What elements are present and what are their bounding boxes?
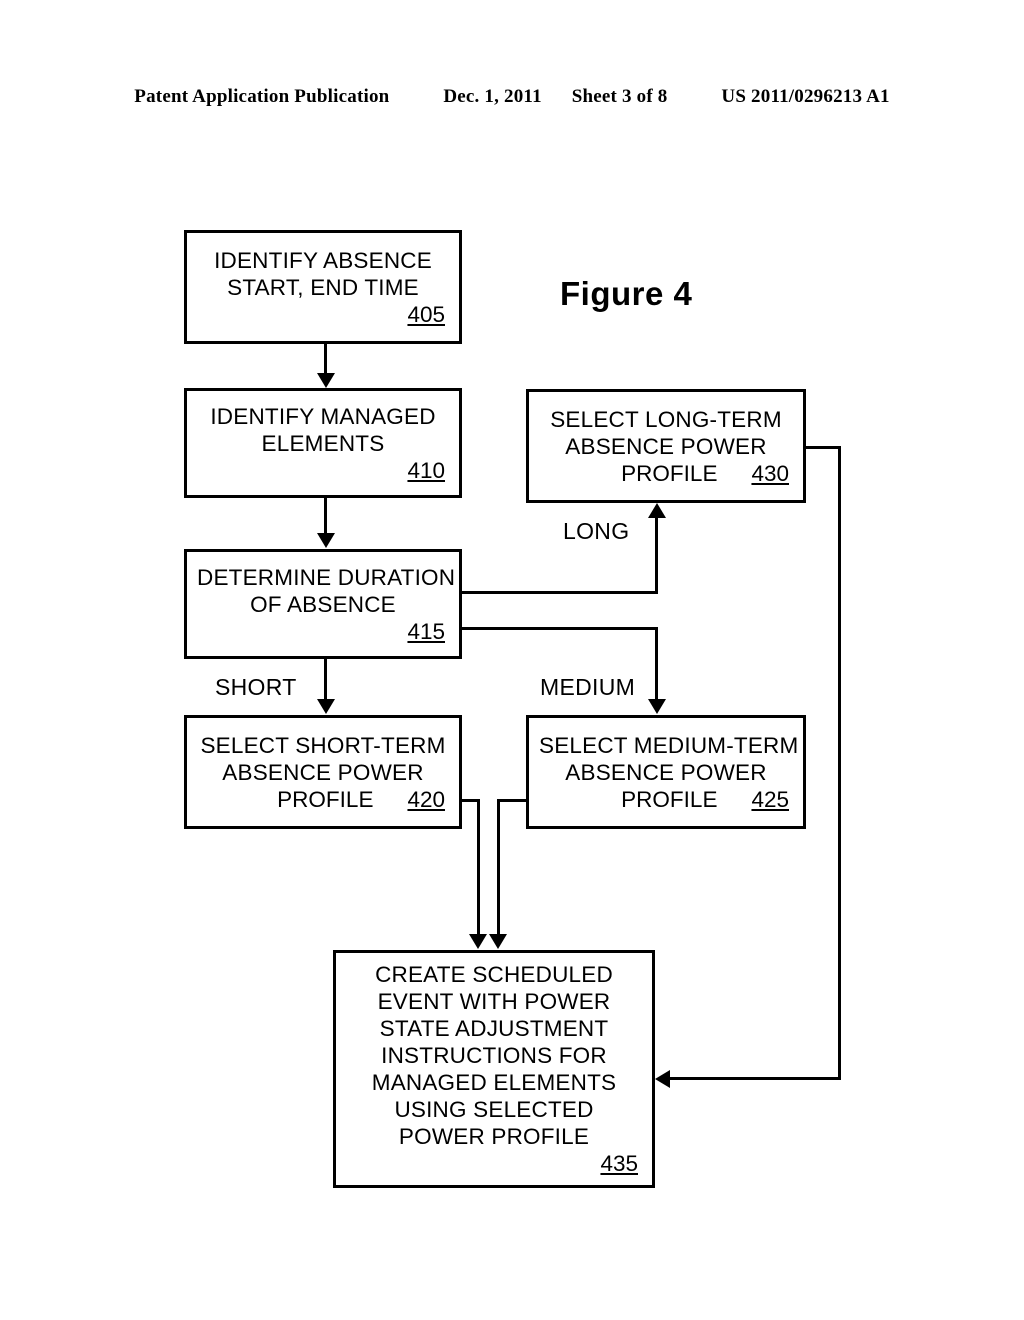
arrowhead-415-to-430 xyxy=(648,503,666,518)
connector-415-to-420 xyxy=(324,659,327,700)
flow-box-410-line1: IDENTIFY MANAGED xyxy=(210,403,436,429)
header-publication: Patent Application Publication xyxy=(134,86,390,107)
flow-box-410-line2: ELEMENTS xyxy=(261,430,385,456)
flow-box-435-refline: 435 xyxy=(336,1150,652,1177)
flow-box-415-refline: 415 xyxy=(187,618,459,645)
connector-415-to-425-horizontal xyxy=(462,627,658,630)
patent-figure-page: Patent Application Publication Dec. 1, 2… xyxy=(0,0,1024,1320)
flow-box-435-line1: CREATE SCHEDULED xyxy=(375,962,613,987)
arrowhead-415-to-420 xyxy=(317,699,335,714)
arrowhead-405-to-410 xyxy=(317,373,335,388)
flow-box-435: CREATE SCHEDULED EVENT WITH POWER STATE … xyxy=(333,950,655,1188)
flow-box-435-line3: STATE ADJUSTMENT xyxy=(379,1016,609,1041)
connector-415-to-430-vertical xyxy=(655,518,658,594)
flow-box-420-line3: PROFILE xyxy=(277,786,374,812)
connector-430-to-435-vertical xyxy=(838,446,841,1080)
flow-box-425-ref: 425 xyxy=(751,786,789,812)
flow-box-415-line2: OF ABSENCE xyxy=(250,591,396,617)
flow-box-435-line4: INSTRUCTIONS FOR xyxy=(381,1043,607,1068)
header-patent-number: US 2011/0296213 A1 xyxy=(721,86,890,107)
flow-box-410-refline: 410 xyxy=(187,457,459,484)
flow-box-405-text: IDENTIFY ABSENCE START, END TIME xyxy=(187,247,459,301)
flow-box-435-ref: 435 xyxy=(600,1151,638,1176)
flow-box-420-refline: PROFILE 420 xyxy=(187,786,459,813)
flow-box-435-line2: EVENT WITH POWER xyxy=(377,989,611,1014)
flow-box-430: SELECT LONG-TERM ABSENCE POWER PROFILE 43… xyxy=(526,389,806,503)
connector-405-to-410 xyxy=(324,344,327,374)
flow-box-410-text: IDENTIFY MANAGED ELEMENTS xyxy=(187,403,459,457)
branch-label-long: LONG xyxy=(563,518,630,544)
flow-box-410: IDENTIFY MANAGED ELEMENTS 410 xyxy=(184,388,462,498)
connector-415-to-425-vertical xyxy=(655,627,658,700)
page-header: Patent Application Publication Dec. 1, 2… xyxy=(0,86,1024,108)
branch-label-short: SHORT xyxy=(215,674,297,700)
flow-box-430-ref: 430 xyxy=(751,460,789,486)
flow-box-435-line7: POWER PROFILE xyxy=(398,1124,590,1149)
flow-box-420-text: SELECT SHORT-TERM ABSENCE POWER xyxy=(187,732,459,786)
arrowhead-410-to-415 xyxy=(317,533,335,548)
connector-430-to-435-bottom-horizontal xyxy=(670,1077,841,1080)
flow-box-435-text: CREATE SCHEDULED EVENT WITH POWER STATE … xyxy=(336,961,652,1150)
flow-box-415-ref: 415 xyxy=(407,618,445,644)
flow-box-430-line3: PROFILE xyxy=(621,460,718,486)
arrowhead-415-to-425 xyxy=(648,699,666,714)
figure-title: Figure 4 xyxy=(560,275,693,312)
connector-415-to-430-horizontal xyxy=(462,591,658,594)
flow-box-430-text: SELECT LONG-TERM ABSENCE POWER xyxy=(529,406,803,460)
connector-425-to-435-vertical xyxy=(497,799,500,935)
flow-box-420-line1: SELECT SHORT-TERM xyxy=(200,732,446,758)
flow-box-405-line2: START, END TIME xyxy=(227,274,419,300)
arrowhead-430-to-435 xyxy=(655,1070,670,1088)
flow-box-425-line2: ABSENCE POWER xyxy=(565,759,767,785)
header-sheet: Sheet 3 of 8 xyxy=(571,86,668,107)
flow-box-405-line1: IDENTIFY ABSENCE xyxy=(214,247,432,273)
flow-box-435-line5: MANAGED ELEMENTS xyxy=(371,1070,617,1095)
flow-box-415: DETERMINE DURATION OF ABSENCE 415 xyxy=(184,549,462,659)
flow-box-430-line1: SELECT LONG-TERM xyxy=(550,406,782,432)
flow-box-430-line2: ABSENCE POWER xyxy=(565,433,767,459)
flow-box-420-ref: 420 xyxy=(407,786,445,812)
flow-box-425-refline: PROFILE 425 xyxy=(529,786,803,813)
flow-box-430-refline: PROFILE 430 xyxy=(529,460,803,487)
flow-box-415-text: DETERMINE DURATION OF ABSENCE xyxy=(187,564,459,618)
flow-box-405-ref: 405 xyxy=(407,301,445,327)
arrowhead-420-to-435 xyxy=(469,934,487,949)
connector-430-to-435-top-horizontal xyxy=(806,446,841,449)
flow-box-425-line1: SELECT MEDIUM-TERM xyxy=(539,732,799,758)
flow-box-405-refline: 405 xyxy=(187,301,459,328)
arrowhead-425-to-435 xyxy=(489,934,507,949)
branch-label-medium: MEDIUM xyxy=(540,674,636,700)
connector-425-to-435-horizontal xyxy=(497,799,529,802)
flow-box-420-line2: ABSENCE POWER xyxy=(222,759,424,785)
flow-box-425-line3: PROFILE xyxy=(621,786,718,812)
flow-box-415-line1: DETERMINE DURATION xyxy=(197,564,456,590)
flow-box-425: SELECT MEDIUM-TERM ABSENCE POWER PROFILE… xyxy=(526,715,806,829)
flow-box-405: IDENTIFY ABSENCE START, END TIME 405 xyxy=(184,230,462,344)
flow-box-420: SELECT SHORT-TERM ABSENCE POWER PROFILE 4… xyxy=(184,715,462,829)
flow-box-410-ref: 410 xyxy=(407,457,445,483)
header-date: Dec. 1, 2011 xyxy=(443,86,542,107)
connector-420-to-435-vertical xyxy=(477,799,480,935)
flow-box-425-text: SELECT MEDIUM-TERM ABSENCE POWER xyxy=(529,732,803,786)
flow-box-435-line6: USING SELECTED xyxy=(394,1097,594,1122)
connector-410-to-415 xyxy=(324,498,327,534)
